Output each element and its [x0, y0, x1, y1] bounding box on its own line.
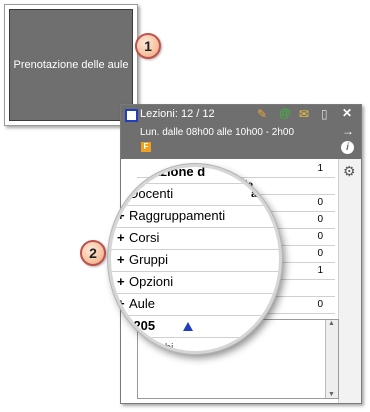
panel-header: Lezioni: 12 / 12 Lun. dalle 08h00 alle 1… [121, 105, 361, 159]
magnified-room-row[interactable]: la 205 [111, 315, 279, 338]
mobile-icon[interactable]: ▯ [321, 108, 328, 120]
panel-subtitle: Lun. dalle 08h00 alle 10h00 - 2h00 [140, 127, 295, 138]
magnified-title: notazione d [133, 164, 206, 179]
row-value: 0 [317, 197, 323, 208]
scroll-up-icon[interactable]: ▲ [328, 320, 335, 327]
expand-plus-icon[interactable]: + [117, 205, 125, 227]
room-label: la 205 [119, 318, 156, 333]
tile-label: Prenotazione delle aule [13, 58, 129, 71]
stop-icon[interactable] [125, 109, 138, 122]
row-value: 1 [317, 163, 323, 174]
magnified-item-docenti[interactable]: Docenti aule [111, 183, 279, 206]
info-icon[interactable]: i [341, 141, 354, 154]
mail-icon[interactable]: ✉ [299, 108, 309, 120]
room-booking-tile[interactable]: Prenotazione delle aule [9, 9, 133, 121]
expand-plus-icon[interactable]: + [117, 227, 125, 249]
magnified-item-gruppi[interactable]: + Gruppi [111, 249, 279, 272]
item-label: Docenti [129, 186, 174, 201]
at-icon[interactable]: @ [279, 107, 291, 119]
magnifier-lens: notazione d Docenti aule + Raggruppament… [108, 164, 282, 354]
magnified-header: notazione d [111, 164, 279, 184]
magnified-item-opzioni[interactable]: + Opzioni [111, 271, 279, 294]
room-booking-tile-frame: Prenotazione delle aule [4, 4, 138, 126]
item-label: Opzioni [129, 274, 174, 289]
item-label: Gruppi [129, 252, 169, 267]
magnified-item-corsi[interactable]: + Corsi [111, 227, 279, 250]
magnified-item-aule[interactable]: + Aule [111, 293, 279, 316]
flag-badge: F [141, 142, 151, 152]
scroll-down-icon[interactable]: ▼ [328, 391, 335, 398]
arrow-right-icon[interactable]: → [342, 125, 354, 137]
column-header-magnified: aule [251, 188, 274, 200]
panel-title: Lezioni: 12 / 12 [140, 108, 215, 120]
item-label: Aule [129, 296, 156, 311]
callout-1: 1 [135, 33, 161, 59]
expand-plus-icon[interactable]: + [117, 271, 125, 293]
callout-2: 2 [80, 240, 106, 266]
panel-sidebar: ⚙ [338, 159, 361, 403]
row-value: 0 [317, 299, 323, 310]
row-value: 0 [317, 248, 323, 259]
scrollbar[interactable]: ▲ ▼ [325, 320, 338, 398]
close-icon[interactable]: ✕ [342, 107, 352, 119]
row-value: 1 [317, 265, 323, 276]
sort-up-icon[interactable] [177, 315, 193, 337]
gear-icon[interactable]: ⚙ [343, 163, 356, 180]
edit-icon[interactable]: ✎ [257, 108, 267, 120]
magnified-item-raggruppamenti[interactable]: + Raggruppamenti [111, 205, 279, 228]
row-value: 0 [317, 214, 323, 225]
item-label: Raggruppamenti [129, 208, 226, 223]
row-value: 0 [317, 231, 323, 242]
expand-plus-icon[interactable]: + [117, 249, 125, 271]
expand-plus-icon[interactable]: + [117, 293, 125, 315]
item-label: Corsi [129, 230, 160, 245]
